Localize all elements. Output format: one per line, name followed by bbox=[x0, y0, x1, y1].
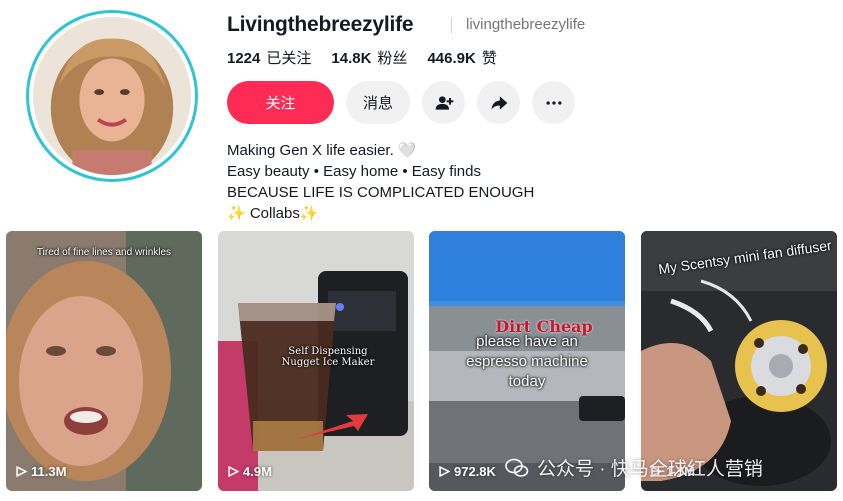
video-caption: Self Dispensing Nugget Ice Maker bbox=[281, 346, 375, 368]
video-views: 11.3M bbox=[16, 464, 66, 479]
video-thumbnail bbox=[6, 231, 202, 491]
stat-following-label: 已关注 bbox=[266, 50, 312, 67]
bio-line: ✨ Collabs✨ bbox=[227, 205, 319, 222]
video-card[interactable]: Tired of fine lines and wrinkles 11.3M bbox=[6, 231, 202, 491]
avatar-photo bbox=[33, 17, 191, 175]
stat-likes: 446.9K 赞 bbox=[427, 47, 496, 68]
message-button[interactable]: 消息 bbox=[346, 81, 410, 124]
stat-following-value: 1224 bbox=[227, 50, 261, 67]
profile-username: Livingthebreezylife bbox=[227, 13, 414, 36]
play-icon bbox=[439, 466, 450, 477]
video-views-count: 11.3M bbox=[31, 464, 67, 479]
video-views-count: 4.9M bbox=[243, 464, 272, 479]
video-caption: please have an espresso machine today bbox=[466, 333, 588, 390]
video-views: 972.8K bbox=[439, 464, 496, 479]
watermark-text: 公众号 · 快马全球红人营销 bbox=[537, 459, 763, 480]
watermark: 公众号 · 快马全球红人营销 bbox=[505, 454, 763, 481]
profile-bio: Making Gen X life easier. 🤍 Easy beauty … bbox=[227, 140, 534, 224]
stat-followers-label: 粉丝 bbox=[377, 50, 408, 67]
handle-divider bbox=[451, 17, 452, 33]
play-icon bbox=[228, 466, 239, 477]
bio-line: BECAUSE LIFE IS COMPLICATED ENOUGH bbox=[227, 184, 535, 201]
video-card[interactable]: Self Dispensing Nugget Ice Maker 4.9M bbox=[218, 231, 414, 491]
avatar[interactable] bbox=[33, 17, 191, 175]
video-card[interactable]: Dirt Cheap please have an espresso machi… bbox=[429, 231, 625, 491]
stat-following[interactable]: 1224 已关注 bbox=[227, 47, 311, 68]
stat-followers[interactable]: 14.8K 粉丝 bbox=[331, 47, 407, 68]
bio-line: Easy beauty • Easy home • Easy finds bbox=[227, 163, 481, 180]
profile-actions: 关注 消息 bbox=[227, 81, 575, 124]
follow-button[interactable]: 关注 bbox=[227, 81, 334, 124]
more-button[interactable] bbox=[532, 81, 575, 124]
add-friend-button[interactable] bbox=[422, 81, 465, 124]
video-grid: Tired of fine lines and wrinkles 11.3M S… bbox=[6, 231, 837, 491]
video-views-count: 972.8K bbox=[454, 464, 496, 479]
video-views: 4.9M bbox=[228, 464, 272, 479]
avatar-ring[interactable] bbox=[26, 10, 198, 182]
share-button[interactable] bbox=[477, 81, 520, 124]
profile-stats: 1224 已关注 14.8K 粉丝 446.9K 赞 bbox=[227, 47, 497, 68]
video-card[interactable]: My Scentsy mini fan diffuser 1.5M bbox=[641, 231, 837, 491]
play-icon bbox=[16, 466, 27, 477]
more-icon bbox=[546, 100, 561, 105]
share-icon bbox=[491, 95, 507, 110]
bio-line: Making Gen X life easier. 🤍 bbox=[227, 142, 417, 159]
video-caption: Tired of fine lines and wrinkles bbox=[36, 247, 172, 258]
stat-likes-value: 446.9K bbox=[427, 50, 476, 67]
add-friend-icon bbox=[435, 95, 453, 110]
wechat-icon bbox=[505, 458, 529, 477]
profile-handle: livingthebreezylife bbox=[466, 16, 586, 33]
stat-likes-label: 赞 bbox=[481, 50, 497, 67]
stat-followers-value: 14.8K bbox=[331, 50, 372, 67]
